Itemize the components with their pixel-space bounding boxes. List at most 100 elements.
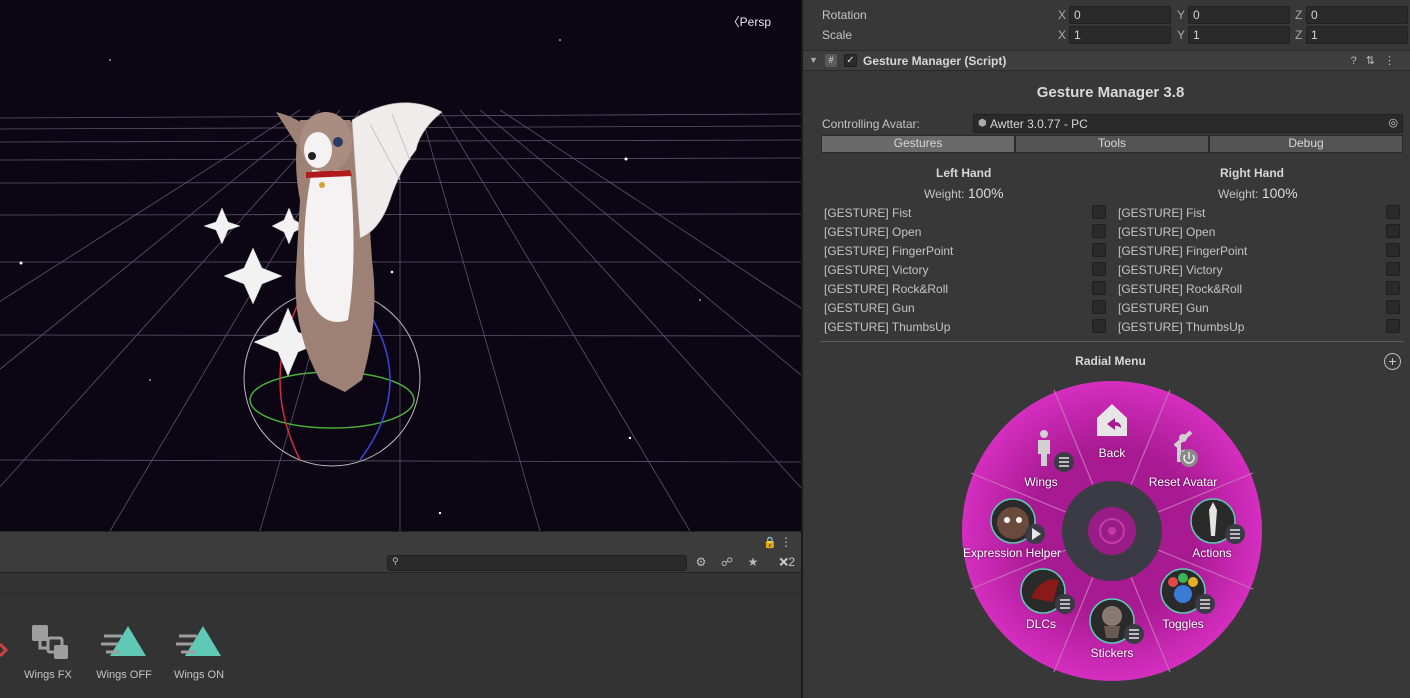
scale-y-field[interactable]: 1 <box>1188 26 1290 44</box>
gesture-label: [GESTURE] Victory <box>824 263 929 277</box>
axis-y-label: Y <box>1177 28 1186 42</box>
persp-text[interactable]: Persp <box>740 15 771 29</box>
scene-grid <box>0 39 801 531</box>
gesture-checkbox[interactable] <box>1092 243 1106 257</box>
filter-by-type-icon[interactable]: ⚙ <box>692 555 710 571</box>
scene-view[interactable]: 〈Persp <box>0 0 801 531</box>
script-icon: # <box>825 54 837 67</box>
presets-icon[interactable]: ⇅ <box>1366 55 1384 67</box>
radial-item-back[interactable]: Back <box>1052 446 1172 460</box>
object-picker-icon[interactable]: ◎ <box>1388 116 1398 129</box>
right-gesture-row[interactable]: [GESTURE] Rock&Roll <box>1118 279 1408 298</box>
left-gesture-row[interactable]: [GESTURE] ThumbsUp <box>824 317 1114 336</box>
gesture-label: [GESTURE] Fist <box>824 206 912 220</box>
radial-item-actions[interactable]: Actions <box>1152 546 1272 560</box>
gesture-checkbox[interactable] <box>1092 319 1106 333</box>
tab-debug[interactable]: Debug <box>1209 135 1403 153</box>
animation-clip-icon <box>176 626 221 656</box>
weight-label: Weight: <box>924 187 965 201</box>
radial-item-expression-helper[interactable]: Expression Helper <box>952 546 1072 560</box>
right-gesture-row[interactable]: [GESTURE] Victory <box>1118 260 1408 279</box>
left-gesture-row[interactable]: [GESTURE] Rock&Roll <box>824 279 1114 298</box>
gesture-checkbox[interactable] <box>1092 300 1106 314</box>
component-enabled-checkbox[interactable]: ✓ <box>844 54 857 67</box>
asset-item-wings-off[interactable]: Wings OFF <box>89 608 159 681</box>
gesture-label: [GESTURE] Rock&Roll <box>824 282 949 296</box>
axis-x-label: X <box>1058 8 1067 22</box>
asset-item-wings-fx[interactable]: Wings FX <box>13 608 83 681</box>
project-search-field[interactable]: ⚲ <box>387 555 687 571</box>
kebab-menu-icon[interactable]: ⋮ <box>780 535 792 549</box>
section-divider <box>821 341 1403 342</box>
gesture-checkbox[interactable] <box>1092 262 1106 276</box>
animation-clip-icon <box>101 626 146 656</box>
animator-controller-icon <box>32 625 68 659</box>
gesture-label: [GESTURE] Rock&Roll <box>1118 282 1243 296</box>
help-icon[interactable]: ? <box>1351 55 1366 67</box>
gesture-checkbox[interactable] <box>1092 224 1106 238</box>
gesture-checkbox[interactable] <box>1386 300 1400 314</box>
scale-label: Scale <box>822 28 853 42</box>
right-gesture-row[interactable]: [GESTURE] Open <box>1118 222 1408 241</box>
foldout-arrow-icon[interactable]: ▼ <box>809 55 818 65</box>
left-hand-weight: Weight: 100% <box>924 185 1004 201</box>
component-header[interactable]: ▼ # ✓ Gesture Manager (Script) ?⇅⋮ <box>803 50 1410 71</box>
left-gesture-row[interactable]: [GESTURE] Open <box>824 222 1114 241</box>
add-plus-icon[interactable]: + <box>1384 353 1401 370</box>
radial-menu-wheel <box>962 381 1262 681</box>
radial-menu-title: Radial Menu <box>1075 354 1146 368</box>
right-hand-title: Right Hand <box>1220 166 1284 180</box>
eye-slash-icon: ❌︎ <box>779 555 789 569</box>
gesture-checkbox[interactable] <box>1386 319 1400 333</box>
radial-item-stickers[interactable]: Stickers <box>1052 646 1172 660</box>
asset-label: Wings FX <box>24 669 72 681</box>
favorites-star-icon[interactable]: ★ <box>744 555 762 571</box>
gesture-checkbox[interactable] <box>1386 224 1400 238</box>
asset-item-wings-on[interactable]: Wings ON <box>164 608 234 681</box>
rotation-label: Rotation <box>822 8 867 22</box>
asset-label: Wings ON <box>173 669 225 681</box>
right-weight-value: 100% <box>1261 185 1298 201</box>
radial-item-wings[interactable]: Wings <box>981 475 1101 489</box>
right-gesture-row[interactable]: [GESTURE] ThumbsUp <box>1118 317 1408 336</box>
left-gesture-row[interactable]: [GESTURE] Fist <box>824 203 1114 222</box>
scale-row: Scale X 1 Y 1 Z 1 <box>803 22 1410 44</box>
project-assets-area: Wings FX Wings OFF Wings ON <box>0 594 801 698</box>
left-gesture-row[interactable]: [GESTURE] Victory <box>824 260 1114 279</box>
component-title: Gesture Manager (Script) <box>863 54 1007 68</box>
tab-tools[interactable]: Tools <box>1015 135 1209 153</box>
controlling-avatar-label: Controlling Avatar: <box>822 117 920 131</box>
right-gesture-row[interactable]: [GESTURE] Gun <box>1118 298 1408 317</box>
left-gesture-row[interactable]: [GESTURE] Gun <box>824 298 1114 317</box>
weight-label: Weight: <box>1218 187 1259 201</box>
project-panel-header: 🔒 ⋮ <box>0 531 801 553</box>
gesture-checkbox[interactable] <box>1386 205 1400 219</box>
kebab-menu-icon[interactable]: ⋮ <box>1384 55 1404 67</box>
tab-gestures[interactable]: Gestures <box>821 135 1015 153</box>
right-gesture-row[interactable]: [GESTURE] Fist <box>1118 203 1408 222</box>
gesture-label: [GESTURE] Gun <box>1118 301 1209 315</box>
gesture-checkbox[interactable] <box>1386 243 1400 257</box>
gesture-checkbox[interactable] <box>1092 281 1106 295</box>
scale-z-field[interactable]: 1 <box>1306 26 1408 44</box>
radial-menu: Back Reset Avatar Actions Toggles Sticke… <box>961 380 1263 685</box>
right-gesture-row[interactable]: [GESTURE] FingerPoint <box>1118 241 1408 260</box>
gesture-checkbox[interactable] <box>1386 262 1400 276</box>
left-gesture-row[interactable]: [GESTURE] FingerPoint <box>824 241 1114 260</box>
radial-item-reset-avatar[interactable]: Reset Avatar <box>1123 475 1243 489</box>
radial-item-dlcs[interactable]: DLCs <box>981 617 1101 631</box>
asset-label: Wings OFF <box>96 669 152 681</box>
gesture-label: [GESTURE] Open <box>824 225 922 239</box>
scale-x-field[interactable]: 1 <box>1069 26 1171 44</box>
filter-by-label-icon[interactable]: ☍ <box>718 555 736 571</box>
left-hand-title: Left Hand <box>936 166 992 180</box>
gesture-label: [GESTURE] Fist <box>1118 206 1206 220</box>
controlling-avatar-field[interactable]: ⬢ Awtter 3.0.77 - PC ◎ <box>973 114 1403 133</box>
radial-item-toggles[interactable]: Toggles <box>1123 617 1243 631</box>
gesture-checkbox[interactable] <box>1092 205 1106 219</box>
hidden-packages-toggle[interactable]: ❌︎2 <box>779 555 795 570</box>
rotation-row: Rotation X 0 Y 0 Z 0 <box>803 2 1410 24</box>
view-mode-label[interactable]: 〈Persp <box>728 13 771 30</box>
lock-icon[interactable]: 🔒 <box>763 536 777 549</box>
gesture-checkbox[interactable] <box>1386 281 1400 295</box>
